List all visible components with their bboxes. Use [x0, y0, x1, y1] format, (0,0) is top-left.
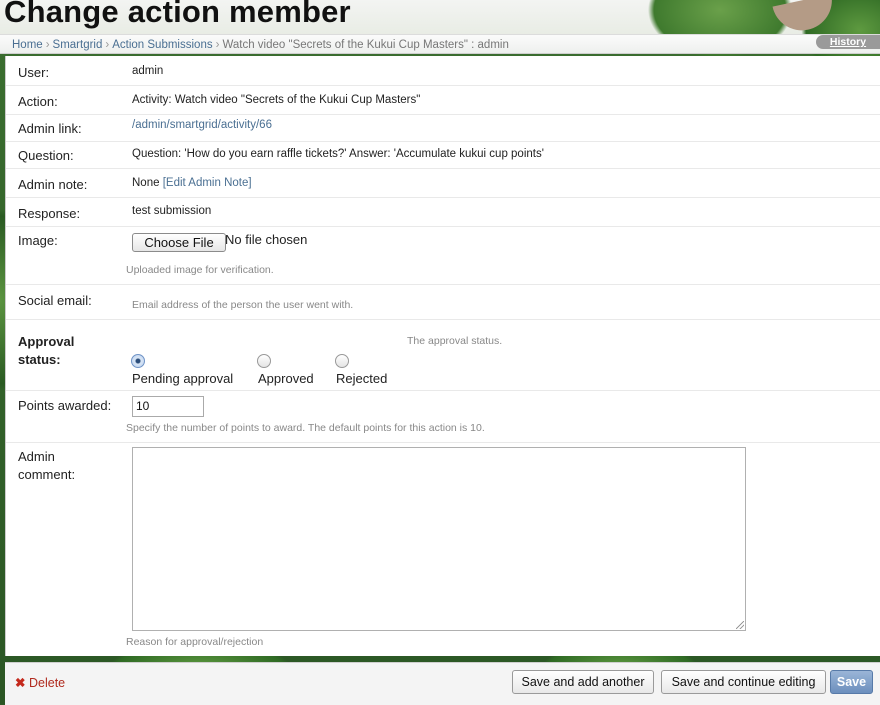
admin-comment-help: Reason for approval/rejection — [126, 636, 264, 648]
change-form: User: admin Action: Activity: Watch vide… — [5, 56, 880, 656]
response-row: Response: test submission — [6, 198, 880, 227]
approval-status-label: Approval status: — [18, 333, 74, 369]
response-value: test submission — [132, 205, 212, 217]
breadcrumb-home[interactable]: Home — [12, 39, 43, 51]
breadcrumb-separator: › — [215, 39, 220, 51]
radio-label-rejected[interactable]: Rejected — [336, 371, 387, 386]
response-label: Response: — [18, 206, 81, 221]
breadcrumb-current: Watch video "Secrets of the Kukui Cup Ma… — [222, 39, 509, 51]
points-awarded-input[interactable]: 10 — [132, 396, 204, 417]
delete-label: Delete — [29, 676, 66, 690]
save-button[interactable]: Save — [830, 670, 873, 694]
admin-comment-label-line2: comment: — [18, 467, 76, 482]
page-title: Change action member — [4, 0, 351, 29]
radio-pending-approval[interactable] — [131, 354, 145, 368]
social-email-label: Social email: — [18, 293, 92, 308]
save-continue-button[interactable]: Save and continue editing — [661, 670, 826, 694]
breadcrumb-separator: › — [105, 39, 110, 51]
save-add-another-button[interactable]: Save and add another — [512, 670, 654, 694]
user-label: User: — [18, 65, 50, 80]
admin-note-label: Admin note: — [18, 177, 88, 192]
radio-rejected[interactable] — [335, 354, 349, 368]
admin-comment-label-line1: Admin — [18, 449, 55, 464]
admin-note-row: Admin note: None [Edit Admin Note] — [6, 169, 880, 198]
admin-comment-textarea[interactable] — [132, 447, 746, 631]
approval-status-row: Approval status: The approval status. Pen… — [6, 320, 880, 391]
breadcrumb-smartgrid[interactable]: Smartgrid — [53, 39, 103, 51]
choose-file-button[interactable]: Choose File — [132, 233, 226, 252]
admin-comment-row: Admin comment: Reason for approval/reject… — [6, 443, 880, 656]
action-label: Action: — [18, 94, 58, 109]
delete-link[interactable]: ✖ Delete — [15, 675, 65, 690]
image-help: Uploaded image for verification. — [126, 264, 274, 276]
social-email-help: Email address of the person the user wen… — [132, 299, 354, 311]
submit-row: ✖ Delete Save and add another Save and co… — [5, 662, 880, 705]
action-value: Activity: Watch video "Secrets of the Ku… — [132, 94, 421, 106]
approval-label-line2: status: — [18, 352, 61, 367]
user-value: admin — [132, 65, 164, 77]
admin-link-label: Admin link: — [18, 121, 82, 136]
radio-label-pending-approval[interactable]: Pending approval — [132, 371, 233, 386]
admin-link-row: Admin link: /admin/smartgrid/activity/66 — [6, 115, 880, 142]
question-value: Question: 'How do you earn raffle ticket… — [132, 148, 544, 160]
admin-note-text: None — [132, 177, 160, 189]
user-row: User: admin — [6, 56, 880, 86]
radio-label-approved[interactable]: Approved — [258, 371, 314, 386]
points-awarded-help: Specify the number of points to award. T… — [126, 422, 485, 434]
resize-grip-icon[interactable] — [736, 621, 744, 629]
breadcrumb-action-submissions[interactable]: Action Submissions — [112, 39, 212, 51]
question-label: Question: — [18, 148, 74, 163]
points-awarded-row: Points awarded: 10 Specify the number of… — [6, 391, 880, 443]
history-button[interactable]: History — [816, 35, 880, 49]
approval-label-line1: Approval — [18, 334, 75, 349]
image-label: Image: — [18, 233, 58, 248]
breadcrumb-separator: › — [45, 39, 50, 51]
social-email-row: Social email: Email address of the perso… — [6, 285, 880, 320]
admin-link[interactable]: /admin/smartgrid/activity/66 — [132, 119, 272, 131]
delete-x-icon: ✖ — [15, 676, 26, 690]
question-row: Question: Question: 'How do you earn raf… — [6, 142, 880, 169]
file-status: No file chosen — [225, 232, 308, 247]
radio-approved[interactable] — [257, 354, 271, 368]
points-awarded-label: Points awarded: — [18, 398, 112, 413]
edit-admin-note-link[interactable]: [Edit Admin Note] — [163, 177, 252, 189]
admin-comment-label: Admin comment: — [18, 448, 75, 484]
admin-note-value: None [Edit Admin Note] — [132, 177, 252, 189]
image-row: Image: Choose File No file chosen Upload… — [6, 227, 880, 285]
action-row: Action: Activity: Watch video "Secrets o… — [6, 86, 880, 115]
breadcrumb: Home › Smartgrid › Action Submissions › Watch … — [0, 34, 880, 54]
approval-status-help: The approval status. — [407, 335, 503, 347]
